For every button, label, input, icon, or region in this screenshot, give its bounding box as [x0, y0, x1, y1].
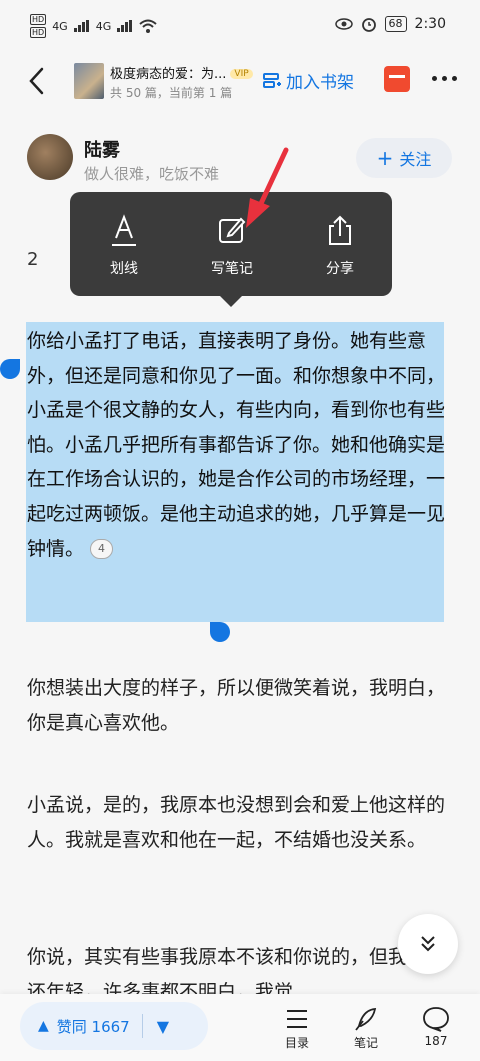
eye-icon	[334, 18, 353, 30]
book-cover[interactable]	[74, 63, 104, 99]
battery-icon: 68	[384, 16, 407, 32]
more-icon[interactable]	[432, 76, 457, 81]
selection-start-handle[interactable]	[0, 359, 20, 379]
gift-icon[interactable]	[384, 66, 410, 92]
plus-icon: +	[376, 146, 394, 170]
signal-icon-2	[117, 20, 133, 32]
paragraph[interactable]: 小孟说，是的，我原本也没想到会和爱上他这样的人。我就是喜欢和他在一起，不结婚也没…	[27, 788, 447, 857]
bookshelf-icon	[263, 72, 281, 88]
notes-button[interactable]: 笔记	[336, 1006, 396, 1051]
author-avatar[interactable]	[27, 134, 73, 180]
paragraph[interactable]: 你想装出大度的样子，所以便微笑着说，我明白，你是真心喜欢他。	[27, 671, 447, 740]
back-arrow-icon[interactable]	[26, 66, 48, 96]
comment-bubble-icon	[423, 1007, 449, 1032]
top-bar: 极度病态的爱：为... VIP 共 50 篇，当前第 1 篇 加入书架	[0, 50, 480, 110]
menu-list-icon	[287, 1010, 307, 1028]
add-to-shelf-button[interactable]: 加入书架	[262, 68, 354, 93]
upvote-button[interactable]: 赞同 1667	[57, 1016, 130, 1037]
underline-button[interactable]: 划线	[84, 214, 164, 278]
alarm-icon	[361, 18, 376, 32]
red-arrow-annotation	[246, 147, 289, 228]
double-chevron-down-icon	[421, 936, 435, 952]
follow-button[interactable]: + 关注	[356, 138, 452, 178]
popup-arrow	[218, 294, 244, 307]
status-bar: HD HD 4G 4G 68 2:30	[30, 14, 446, 38]
selection-popup-menu: 划线 写笔记 分享	[70, 192, 392, 296]
underline-icon	[112, 214, 136, 246]
book-progress: 共 50 篇，当前第 1 篇	[110, 86, 233, 100]
divider	[141, 1014, 143, 1038]
share-icon	[329, 215, 351, 245]
bottom-bar: ▲ 赞同 1667 ▼ 目录 笔记 187	[0, 994, 480, 1061]
network-label: 4G	[52, 19, 68, 33]
paragraph-number: 2	[27, 249, 39, 270]
vip-badge: VIP	[230, 69, 253, 79]
pen-icon	[355, 1008, 377, 1031]
author-name[interactable]: 陆雾	[84, 136, 120, 162]
book-title[interactable]: 极度病态的爱：为... VIP	[110, 63, 253, 82]
toc-button[interactable]: 目录	[267, 1006, 327, 1051]
selected-paragraph[interactable]: 你给小孟打了电话，直接表明了身份。她有些意外，但还是同意和你见了一面。和你想象中…	[27, 324, 447, 566]
scroll-down-button[interactable]	[398, 914, 458, 974]
wifi-icon	[139, 19, 157, 33]
downvote-button[interactable]: ▼	[157, 1017, 169, 1036]
share-button[interactable]: 分享	[300, 214, 380, 278]
author-signature: 做人很难，吃饭不难	[84, 165, 220, 183]
vote-group: ▲ 赞同 1667 ▼	[20, 1002, 208, 1050]
upvote-icon[interactable]: ▲	[38, 1018, 49, 1034]
comment-count-badge[interactable]: 4	[90, 538, 114, 559]
hd-icon: HD HD	[30, 14, 47, 38]
clock: 2:30	[414, 16, 446, 32]
signal-icon	[73, 20, 89, 32]
selection-end-handle[interactable]	[210, 622, 230, 642]
comments-button[interactable]: 187	[406, 1006, 466, 1048]
